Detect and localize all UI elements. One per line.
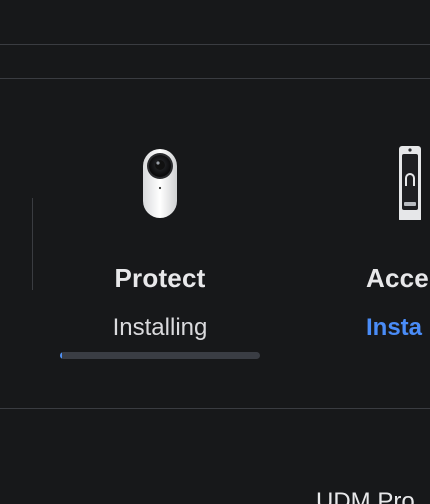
- app-card-protect: Protect Installing: [60, 140, 260, 359]
- camera-icon: [143, 149, 177, 218]
- device-label: UDM Pro: [316, 488, 415, 504]
- divider-top: [0, 44, 430, 45]
- app-name: Acces: [366, 263, 430, 293]
- divider-header: [0, 78, 430, 79]
- install-status: Insta: [366, 314, 423, 341]
- access-reader-icon: [399, 146, 421, 220]
- divider-vertical: [32, 198, 33, 290]
- divider-bottom: [0, 408, 430, 409]
- app-name: Protect: [114, 263, 206, 293]
- install-progress-bar: [60, 352, 260, 359]
- setup-page: Protect Installing Acces Insta UDM Pro: [0, 0, 430, 504]
- install-progress-fill: [60, 352, 62, 359]
- install-status: Installing: [112, 314, 208, 341]
- app-card-access: Acces Insta: [366, 140, 430, 341]
